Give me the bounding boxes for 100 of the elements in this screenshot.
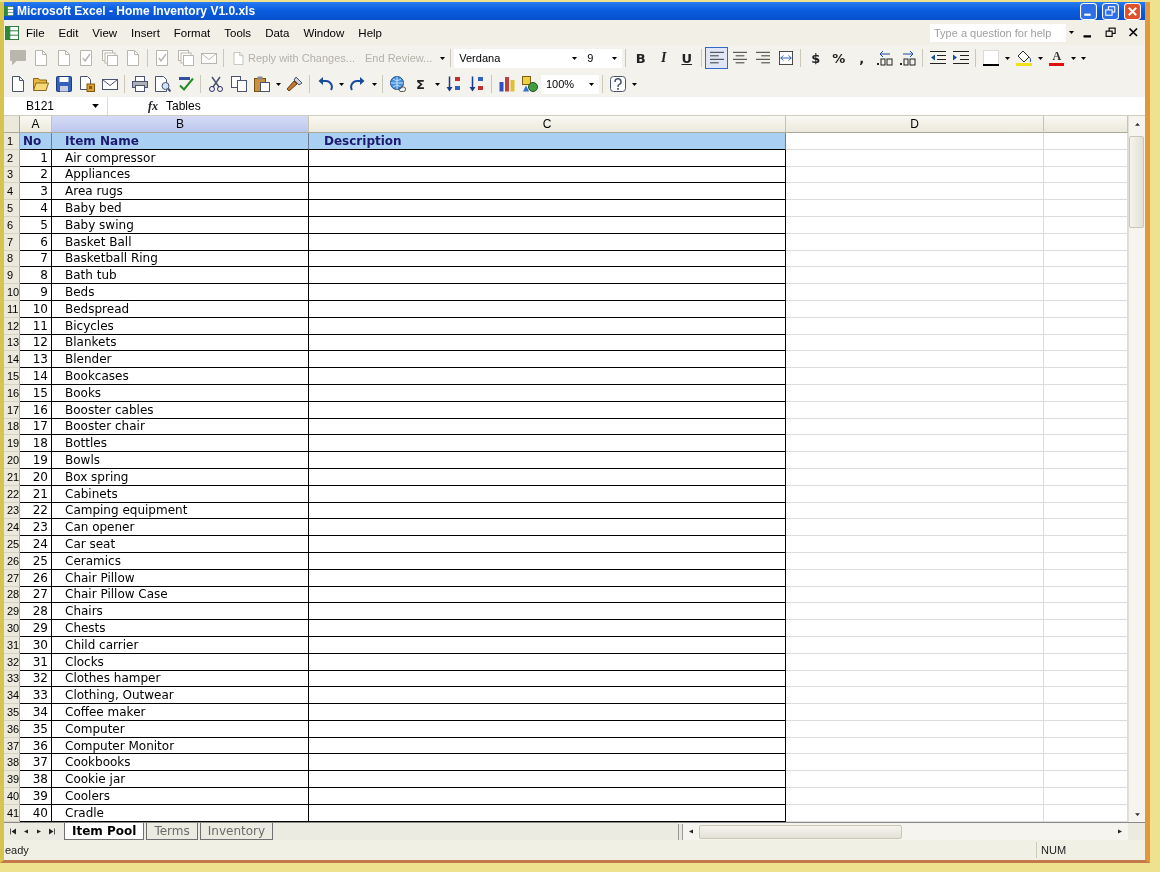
fill-color-icon[interactable] <box>1015 50 1032 66</box>
permission-icon[interactable] <box>78 76 95 92</box>
copy-icon[interactable] <box>230 76 247 92</box>
row-header[interactable]: 1 <box>4 133 20 150</box>
menu-item[interactable]: Format <box>166 24 218 41</box>
print-preview-icon[interactable] <box>154 76 171 92</box>
menu-item[interactable]: Edit <box>51 24 86 41</box>
column-header[interactable]: D <box>786 116 1044 133</box>
column-header[interactable]: B <box>52 116 309 133</box>
menu-item[interactable]: Tools <box>217 24 259 41</box>
row-header[interactable]: 39 <box>4 771 20 789</box>
comma-style-button[interactable]: , <box>850 47 874 69</box>
save-icon[interactable] <box>55 76 72 92</box>
font-name-dropdown[interactable]: Verdana <box>454 48 583 68</box>
print-icon[interactable] <box>131 76 148 92</box>
increase-indent-icon[interactable] <box>952 50 969 66</box>
insert-function-button[interactable]: fx <box>146 98 160 114</box>
caret-icon[interactable] <box>338 82 344 86</box>
spelling-icon[interactable] <box>177 76 194 92</box>
row-header[interactable]: 15 <box>4 368 20 385</box>
minimize-icon[interactable] <box>1079 2 1098 20</box>
menu-item[interactable]: File <box>19 24 52 41</box>
row-header[interactable]: 34 <box>4 687 20 705</box>
caret-icon[interactable] <box>1037 56 1043 60</box>
row-header[interactable]: 10 <box>4 284 20 301</box>
caret-icon[interactable] <box>612 56 618 60</box>
help-search-field[interactable]: Type a question for help <box>930 23 1066 42</box>
caret-icon[interactable] <box>589 82 594 86</box>
row-header[interactable]: 9 <box>4 267 20 285</box>
caret-icon[interactable] <box>371 82 377 86</box>
formula-content[interactable]: Tables <box>166 99 201 113</box>
caret-icon[interactable] <box>572 56 578 60</box>
restore-icon[interactable] <box>1104 26 1117 39</box>
row-header[interactable]: 24 <box>4 519 20 537</box>
scroll-left-icon[interactable] <box>689 828 693 835</box>
name-box[interactable]: B121 <box>4 97 108 115</box>
scrollbar-thumb[interactable] <box>1129 136 1144 228</box>
row-header[interactable]: 38 <box>4 754 20 772</box>
sheet-tab[interactable]: Item Pool <box>64 823 145 840</box>
menu-item[interactable]: View <box>85 24 125 41</box>
restore-icon[interactable] <box>1101 2 1120 20</box>
italic-button[interactable]: I <box>652 47 676 69</box>
caret-icon[interactable] <box>1068 31 1074 34</box>
scroll-down-icon[interactable] <box>1133 811 1141 817</box>
hyperlink-icon[interactable] <box>389 76 406 92</box>
help-icon[interactable] <box>609 76 626 92</box>
sort-descending-icon[interactable] <box>468 76 485 92</box>
menu-item[interactable]: Window <box>296 24 352 41</box>
row-header[interactable]: 4 <box>4 183 20 201</box>
currency-button[interactable]: $ <box>804 47 828 69</box>
open-folder-icon[interactable] <box>32 76 49 92</box>
scroll-up-icon[interactable] <box>1133 121 1141 127</box>
row-header[interactable]: 5 <box>4 200 20 217</box>
decrease-decimal-icon[interactable] <box>899 50 916 66</box>
last-sheet-icon[interactable] <box>48 828 55 835</box>
redo-icon[interactable] <box>349 76 366 92</box>
row-header[interactable]: 29 <box>4 603 20 621</box>
caret-icon[interactable] <box>92 104 99 108</box>
sort-ascending-icon[interactable] <box>445 76 462 92</box>
new-document-icon[interactable] <box>9 76 26 92</box>
email-icon[interactable] <box>101 76 118 92</box>
bar-chart-icon[interactable] <box>498 76 515 92</box>
format-painter-icon[interactable] <box>286 76 303 92</box>
row-header[interactable]: 14 <box>4 351 20 369</box>
decrease-indent-icon[interactable] <box>929 50 946 66</box>
scroll-right-icon[interactable] <box>1118 828 1122 835</box>
caret-icon[interactable] <box>434 82 440 86</box>
next-sheet-icon[interactable] <box>36 828 41 835</box>
cut-icon[interactable] <box>207 76 224 92</box>
paste-icon[interactable] <box>253 76 270 92</box>
zoom-dropdown[interactable]: 100% <box>541 74 599 94</box>
caret-icon[interactable] <box>439 56 445 60</box>
column-header[interactable]: C <box>309 116 786 133</box>
underline-button[interactable]: U <box>675 47 699 69</box>
row-header[interactable]: 40 <box>4 788 20 805</box>
column-header[interactable]: A <box>20 116 52 133</box>
undo-icon[interactable] <box>316 76 333 92</box>
caret-icon[interactable] <box>1004 56 1010 60</box>
increase-decimal-icon[interactable] <box>876 50 893 66</box>
align-left-button[interactable] <box>705 47 729 69</box>
close-icon[interactable] <box>1123 2 1142 20</box>
split-handle[interactable] <box>678 823 683 840</box>
menu-item[interactable]: Data <box>258 24 297 41</box>
caret-icon[interactable] <box>275 82 281 86</box>
font-color-button[interactable]: A <box>1045 47 1069 69</box>
menu-item[interactable]: Help <box>351 24 389 41</box>
font-size-dropdown[interactable]: 9 <box>582 48 623 68</box>
close-icon[interactable] <box>1127 26 1140 39</box>
borders-icon[interactable] <box>982 50 999 66</box>
menu-item[interactable]: Insert <box>124 24 167 41</box>
row-header[interactable]: 30 <box>4 620 20 637</box>
drawing-icon[interactable] <box>521 76 538 92</box>
autosum-button[interactable]: Σ <box>409 73 432 95</box>
row-header[interactable]: 19 <box>4 435 20 453</box>
caret-icon[interactable] <box>631 82 637 86</box>
first-sheet-icon[interactable] <box>9 828 16 835</box>
bold-button[interactable]: B <box>629 47 653 69</box>
spreadsheet-logo-icon[interactable] <box>5 24 19 41</box>
row-header[interactable]: 25 <box>4 536 20 553</box>
percent-button[interactable]: % <box>827 47 851 69</box>
